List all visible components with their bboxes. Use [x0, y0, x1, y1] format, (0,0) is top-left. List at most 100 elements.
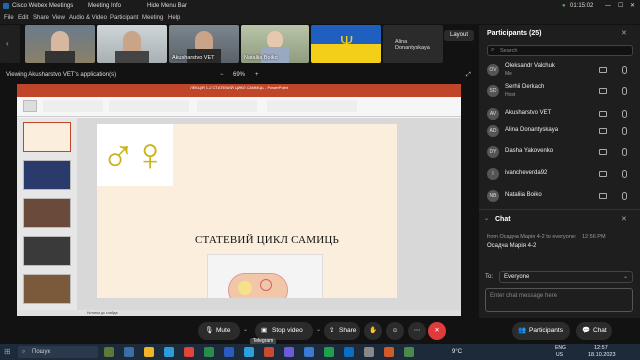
app-icon[interactable]	[324, 347, 334, 357]
mic-icon[interactable]	[622, 110, 627, 118]
layout-button[interactable]: Layout	[444, 30, 474, 41]
mic-icon[interactable]	[622, 87, 627, 95]
shared-screen: ЛЕКЦІЯ 1-2 СТАТЕВИЙ ЦИКЛ САМИЦЬ - PowerP…	[17, 84, 461, 316]
share-label: Share	[339, 327, 357, 334]
participant-role: Host	[505, 92, 516, 98]
participants-panel-button[interactable]: 👥 Participants	[512, 322, 570, 340]
task-view-icon[interactable]	[124, 347, 134, 357]
close-chat-icon[interactable]: ✕	[621, 215, 627, 223]
menu-participant[interactable]: Participant	[110, 12, 138, 24]
menu-audio-video[interactable]: Audio & Video	[69, 12, 107, 24]
app-icon[interactable]	[364, 347, 374, 357]
mic-icon[interactable]	[622, 170, 627, 178]
chevron-down-icon[interactable]: ⌄	[243, 326, 248, 333]
zoom-in-icon[interactable]: +	[255, 70, 259, 80]
mute-button[interactable]: 🎙 Mute	[198, 322, 240, 340]
taskbar-search-placeholder: Пошук	[32, 349, 51, 355]
search-placeholder: Search	[500, 48, 518, 54]
slide-thumbnail[interactable]	[23, 160, 71, 190]
menu-share[interactable]: Share	[33, 12, 49, 24]
video-strip-scroll-left[interactable]: ‹	[0, 25, 20, 63]
word-icon[interactable]	[224, 347, 234, 357]
avatar: DY	[487, 146, 499, 158]
viber-icon[interactable]	[284, 347, 294, 357]
participant-name: ivancheverda92	[505, 170, 548, 176]
mic-icon[interactable]	[622, 192, 627, 200]
powerpoint-icon[interactable]	[264, 347, 274, 357]
slide-thumbnail[interactable]	[23, 198, 71, 228]
camera-icon[interactable]	[599, 171, 607, 177]
mic-icon[interactable]	[622, 127, 627, 135]
video-tile[interactable]	[25, 25, 95, 63]
search-icon: ⌕	[22, 349, 26, 355]
taskbar-search[interactable]: ⌕ Пошук	[18, 346, 98, 358]
telegram-icon[interactable]	[244, 347, 254, 357]
chevron-down-icon[interactable]: ⌄	[484, 215, 489, 222]
fullscreen-icon[interactable]: ⤢	[466, 70, 471, 80]
edge-icon[interactable]	[164, 347, 174, 357]
video-tile[interactable]	[97, 25, 167, 63]
close-panel-icon[interactable]: ✕	[621, 29, 627, 37]
chat-panel-button[interactable]: 💬 Chat	[576, 322, 612, 340]
more-options-button[interactable]: ⋯	[408, 322, 426, 340]
participant-row[interactable]: NB Nataliia Boiko	[487, 188, 635, 205]
participant-row[interactable]: SD Serhii Derkach Host	[487, 83, 635, 100]
close-icon[interactable]: ✕	[630, 0, 635, 12]
meeting-timer: 01:15:02	[570, 3, 594, 9]
slide-thumbnail[interactable]	[23, 274, 71, 304]
minimize-icon[interactable]: —	[605, 0, 611, 12]
app-icon[interactable]	[384, 347, 394, 357]
video-tile[interactable]: Nataliia Boiko	[241, 25, 309, 63]
slide-thumbnail[interactable]	[23, 122, 71, 152]
layout-label: Layout	[449, 32, 468, 38]
video-tile[interactable]: Alina Donantyskaya	[383, 25, 443, 63]
chat-recipient-select[interactable]: Everyone ⌄	[499, 271, 633, 283]
app-icon[interactable]	[404, 347, 414, 357]
meeting-info-button[interactable]: Meeting Info	[88, 0, 121, 12]
reactions-button[interactable]: ☺	[386, 322, 404, 340]
mic-icon[interactable]	[622, 148, 627, 156]
leave-meeting-button[interactable]: ✕	[428, 322, 446, 340]
zoom-level[interactable]: 69%	[233, 70, 245, 80]
file-explorer-icon[interactable]	[144, 347, 154, 357]
camera-icon[interactable]	[599, 128, 607, 134]
hide-menu-bar-button[interactable]: Hide Menu Bar	[147, 0, 187, 12]
chat-label: Chat	[593, 327, 607, 334]
camera-icon[interactable]	[599, 111, 607, 117]
chat-input[interactable]: Enter chat message here	[485, 288, 633, 312]
windows-start-icon[interactable]: ⊞	[4, 344, 11, 360]
webex-icon[interactable]	[344, 347, 354, 357]
landscape-icon[interactable]	[104, 347, 114, 357]
participant-row[interactable]: AD Alina Donantyskaya	[487, 123, 635, 140]
chrome-icon[interactable]	[184, 347, 194, 357]
zoom-out-icon[interactable]: −	[220, 70, 224, 80]
excel-icon[interactable]	[204, 347, 214, 357]
reactions-button[interactable]: ✋	[364, 322, 382, 340]
menu-view[interactable]: View	[52, 12, 65, 24]
participant-row[interactable]: DY Dasha Yakovenko	[487, 144, 635, 161]
menu-help[interactable]: Help	[168, 12, 180, 24]
menu-meeting[interactable]: Meeting	[142, 12, 163, 24]
recording-dot-icon: ●	[562, 3, 566, 9]
participant-row[interactable]: AV Akusharstvo VET	[487, 106, 635, 123]
app-icon[interactable]	[304, 347, 314, 357]
menu-edit[interactable]: Edit	[18, 12, 28, 24]
video-tile[interactable]: Ψ	[311, 25, 381, 63]
chevron-down-icon[interactable]: ⌄	[316, 326, 321, 333]
camera-icon[interactable]	[599, 193, 607, 199]
slide-thumbnail[interactable]	[23, 236, 71, 266]
share-button[interactable]: ⇪ Share	[324, 322, 360, 340]
menu-bar: File Edit Share View Audio & Video Parti…	[0, 12, 640, 24]
participant-row[interactable]: I ivancheverda92	[487, 166, 635, 183]
camera-icon[interactable]	[599, 88, 607, 94]
participant-search[interactable]: ⌕ Search	[487, 45, 633, 56]
camera-icon[interactable]	[599, 67, 607, 73]
chat-bubble-icon: 💬	[582, 327, 591, 334]
weather-label[interactable]: 9°C	[452, 344, 462, 360]
video-tile[interactable]: Akusharstvo VET	[169, 25, 239, 63]
participant-row[interactable]: OV Oleksandr Valchuk Me	[487, 62, 635, 79]
maximize-icon[interactable]: ☐	[618, 0, 623, 12]
camera-icon[interactable]	[599, 149, 607, 155]
menu-file[interactable]: File	[4, 12, 14, 24]
mic-icon[interactable]	[622, 66, 627, 74]
